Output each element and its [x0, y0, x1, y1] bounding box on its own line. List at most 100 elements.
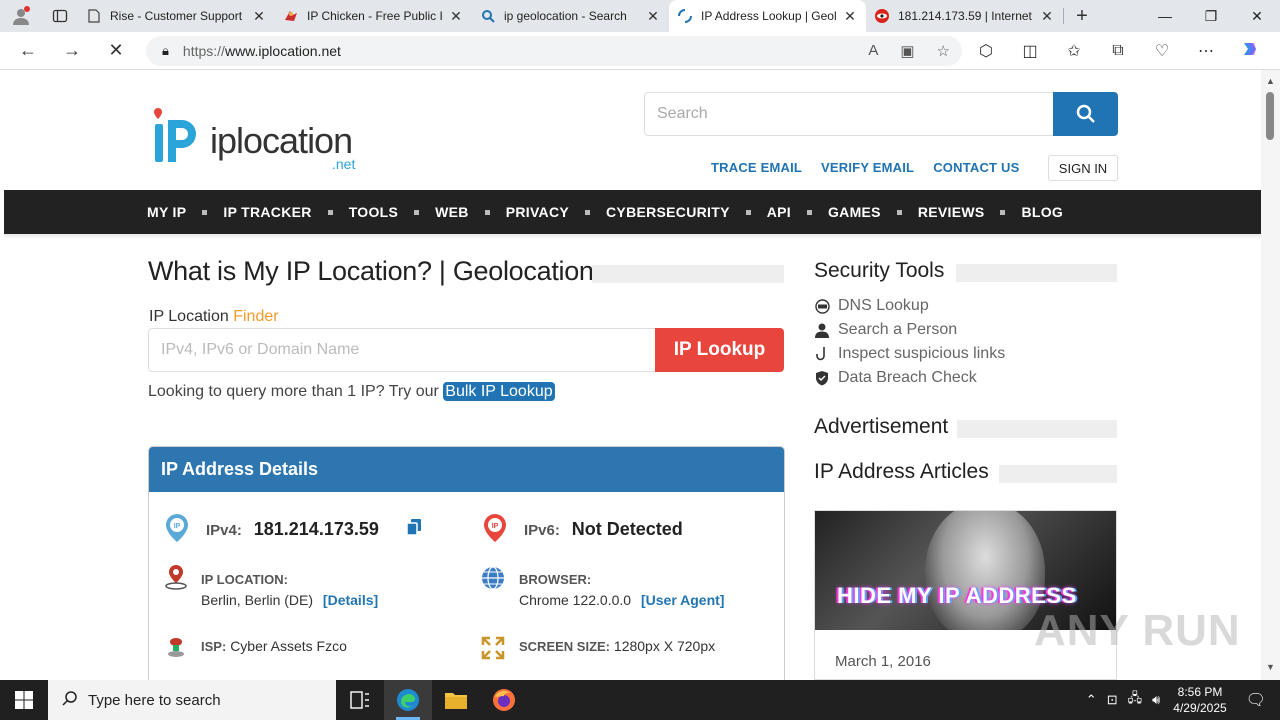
close-tab-icon[interactable]: ✕: [842, 8, 858, 25]
person-icon: [814, 323, 830, 338]
screen-size-row: SCREEN SIZE: 1280px X 720px: [519, 638, 715, 654]
minimize-icon[interactable]: —: [1142, 0, 1188, 32]
svg-text:IP: IP: [492, 523, 499, 530]
nav-games[interactable]: GAMES: [828, 204, 881, 220]
nav-cybersecurity[interactable]: CYBERSECURITY: [606, 204, 730, 220]
volume-icon[interactable]: 🔊︎: [1152, 692, 1160, 708]
shield-icon: [814, 370, 830, 386]
location-row: IP LOCATION: Berlin, Berlin (DE) [Detail…: [201, 569, 378, 611]
lock-icon: 🔒︎: [162, 43, 169, 58]
inspect-links-link[interactable]: Inspect suspicious links: [814, 345, 1005, 363]
copilot-icon[interactable]: [1228, 39, 1272, 64]
extensions-icon[interactable]: ⬡: [964, 41, 1008, 61]
back-icon[interactable]: ←: [6, 32, 50, 70]
ipv6-row: IPv6: Not Detected: [524, 519, 683, 540]
tab-iplocation[interactable]: IP Address Lookup | Geol ✕: [669, 0, 866, 32]
nav-reviews[interactable]: REVIEWS: [918, 204, 985, 220]
tab-rise[interactable]: Rise - Customer Support ✕: [78, 0, 275, 32]
ipv6-label: IPv6:: [524, 522, 560, 539]
article-date: March 1, 2016: [835, 653, 931, 670]
nav-ip-tracker[interactable]: IP TRACKER: [223, 204, 311, 220]
top-links: TRACE EMAIL VERIFY EMAIL CONTACT US: [711, 160, 1019, 175]
trace-email-link[interactable]: TRACE EMAIL: [711, 160, 802, 175]
more-menu-icon[interactable]: ⋯: [1184, 41, 1228, 61]
dns-lookup-link[interactable]: DNS Lookup: [814, 297, 929, 315]
close-tab-icon[interactable]: ✕: [448, 8, 464, 25]
edge-icon: [397, 689, 419, 711]
sign-in-button[interactable]: SIGN IN: [1048, 155, 1118, 181]
new-tab-button[interactable]: +: [1064, 5, 1100, 28]
site-search-input[interactable]: Search: [644, 92, 1054, 136]
page-scrollbar[interactable]: ▲ ▼: [1261, 70, 1280, 680]
split-screen-icon[interactable]: ◫: [1008, 41, 1052, 61]
search-person-link[interactable]: Search a Person: [814, 321, 957, 339]
tab-ipinfo[interactable]: 181.214.173.59 | Internet ✕: [866, 0, 1063, 32]
workspaces-button[interactable]: [42, 0, 78, 32]
network-icon[interactable]: ⊡: [1107, 692, 1118, 708]
task-view-button[interactable]: [336, 680, 384, 720]
bulk-lookup-link[interactable]: Bulk IP Lookup: [443, 382, 555, 401]
tab-ipchicken[interactable]: IP Chicken - Free Public I ✕: [275, 0, 472, 32]
nav-blog[interactable]: BLOG: [1021, 204, 1063, 220]
notifications-icon[interactable]: 🗨︎: [1246, 690, 1266, 710]
finder-accent: Finder: [233, 308, 279, 325]
svg-text:IP: IP: [174, 523, 181, 530]
contact-us-link[interactable]: CONTACT US: [933, 160, 1019, 175]
restore-icon[interactable]: ❐: [1188, 0, 1234, 32]
advertisement-heading: Advertisement: [814, 415, 949, 438]
location-value: Berlin, Berlin (DE): [201, 592, 314, 608]
stop-loading-icon[interactable]: ✕: [94, 32, 138, 70]
tab-search[interactable]: ip geolocation - Search ✕: [472, 0, 669, 32]
nav-tools[interactable]: TOOLS: [349, 204, 398, 220]
browser-essentials-icon[interactable]: ♡: [1140, 41, 1184, 61]
wifi-icon[interactable]: 🖧︎: [1128, 689, 1143, 711]
start-button[interactable]: [0, 680, 48, 720]
copy-icon[interactable]: [407, 519, 421, 535]
location-details-link[interactable]: [Details]: [323, 592, 378, 608]
favorites-icon[interactable]: ✩: [1052, 41, 1096, 61]
nav-api[interactable]: API: [767, 204, 791, 220]
url-bar[interactable]: 🔒︎ https://www.iplocation.net A︎ ▣ ☆: [146, 36, 962, 66]
firefox-icon: [493, 689, 515, 711]
favorite-star-icon[interactable]: ☆: [937, 42, 950, 60]
collections-icon[interactable]: ⧉: [1096, 42, 1140, 60]
finder-label-text: IP Location: [149, 308, 234, 325]
taskbar-firefox[interactable]: [480, 680, 528, 720]
tray-overflow-icon[interactable]: ⌃: [1086, 692, 1097, 708]
taskbar-search[interactable]: Type here to search: [48, 680, 336, 720]
user-agent-link[interactable]: [User Agent]: [641, 592, 725, 608]
close-tab-icon[interactable]: ✕: [251, 8, 267, 25]
immersive-reader-icon[interactable]: ▣: [900, 42, 914, 60]
taskbar-clock[interactable]: 8:56 PM 4/29/2025: [1173, 684, 1226, 716]
verify-email-link[interactable]: VERIFY EMAIL: [821, 160, 914, 175]
browser-value: Chrome 122.0.0.0: [519, 592, 632, 608]
nav-separator: [585, 209, 591, 215]
taskbar-file-explorer[interactable]: [432, 680, 480, 720]
nav-separator: [896, 209, 902, 215]
scroll-thumb[interactable]: [1266, 92, 1274, 140]
nav-privacy[interactable]: PRIVACY: [506, 204, 569, 220]
ip-lookup-input[interactable]: IPv4, IPv6 or Domain Name: [148, 328, 656, 372]
site-logo[interactable]: iplocation .net: [152, 106, 367, 172]
tab-title: ip geolocation - Search: [504, 9, 627, 23]
ip-lookup-button[interactable]: IP Lookup: [655, 328, 784, 372]
read-aloud-icon[interactable]: A︎: [868, 42, 878, 60]
screen-size-value: 1280px X 720px: [613, 638, 716, 654]
close-tab-icon[interactable]: ✕: [1039, 8, 1055, 25]
scroll-down-icon[interactable]: ▼: [1266, 662, 1275, 672]
tab-title: Rise - Customer Support: [110, 9, 243, 23]
forward-icon[interactable]: →: [50, 32, 94, 70]
nav-my-ip[interactable]: MY IP: [147, 204, 186, 220]
windows-logo-icon: [15, 691, 33, 709]
data-breach-link[interactable]: Data Breach Check: [814, 369, 977, 387]
taskbar-edge[interactable]: [384, 680, 432, 720]
site-search-button[interactable]: [1053, 92, 1118, 136]
tab-title: IP Address Lookup | Geol: [701, 9, 837, 23]
scroll-up-icon[interactable]: ▲: [1266, 76, 1275, 86]
profile-avatar[interactable]: [0, 0, 42, 32]
close-tab-icon[interactable]: ✕: [645, 8, 661, 25]
nav-web[interactable]: WEB: [435, 204, 469, 220]
ipv6-pin-icon: IP: [484, 514, 506, 542]
bulk-text: Looking to query more than 1 IP? Try our: [148, 383, 444, 400]
close-window-icon[interactable]: ✕: [1234, 0, 1280, 32]
